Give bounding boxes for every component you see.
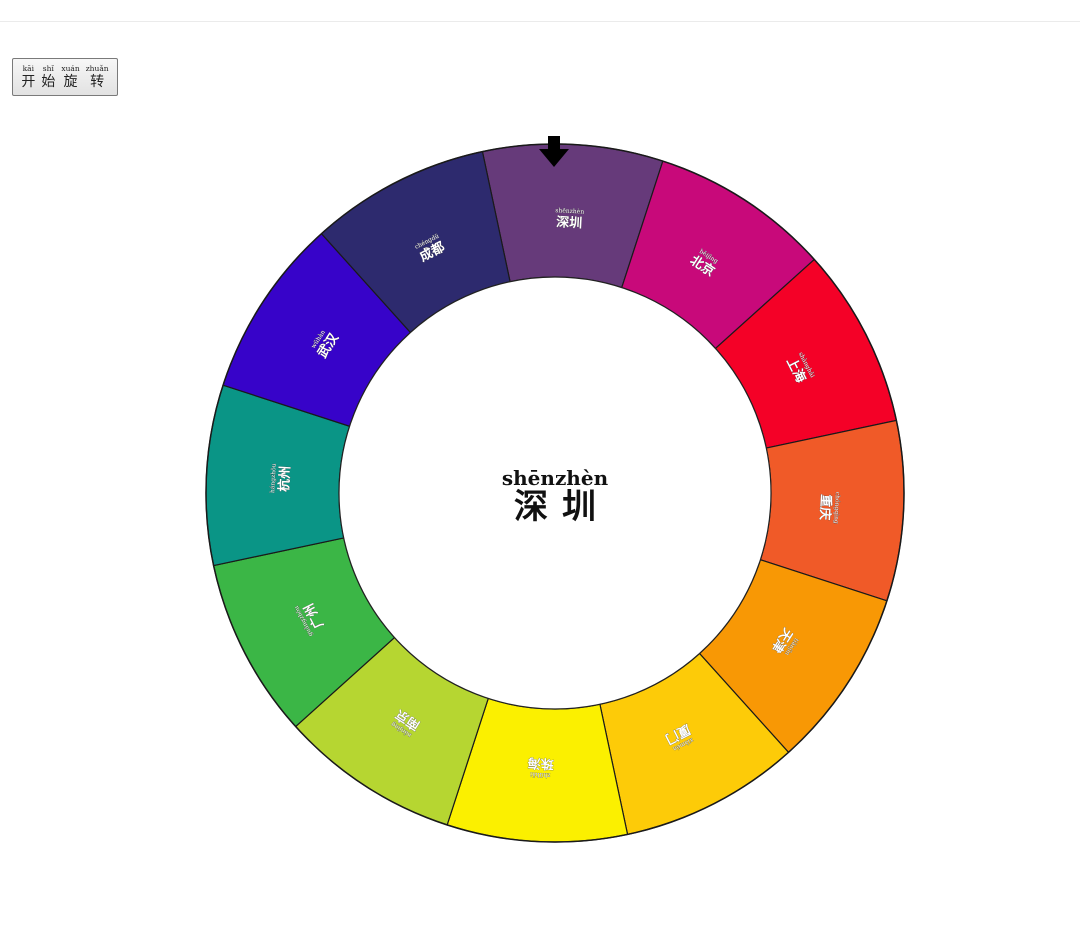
center-hanzi: 深圳 [514, 487, 610, 527]
wheel-segment-label: zhūhǎi珠海 [527, 754, 554, 779]
prize-wheel: shēnzhèn深圳běijīng北京shànghǎi上海chóngqìng重庆… [205, 136, 905, 843]
wheel-segment-hanzi: 杭州 [276, 465, 293, 492]
wheel-segment-label: shēnzhèn深圳 [555, 207, 585, 232]
wheel-segment-label: chóngqìng重庆 [816, 491, 841, 524]
wheel-segment-pinyin: zhūhǎi [530, 771, 551, 779]
wheel-segment-hanzi: 重庆 [816, 494, 833, 521]
wheel-segment-hanzi: 深圳 [556, 214, 583, 231]
wheel-segment-label: hángzhōu 杭州 [269, 463, 294, 493]
wheel-segment-hanzi: 珠海 [527, 754, 554, 771]
